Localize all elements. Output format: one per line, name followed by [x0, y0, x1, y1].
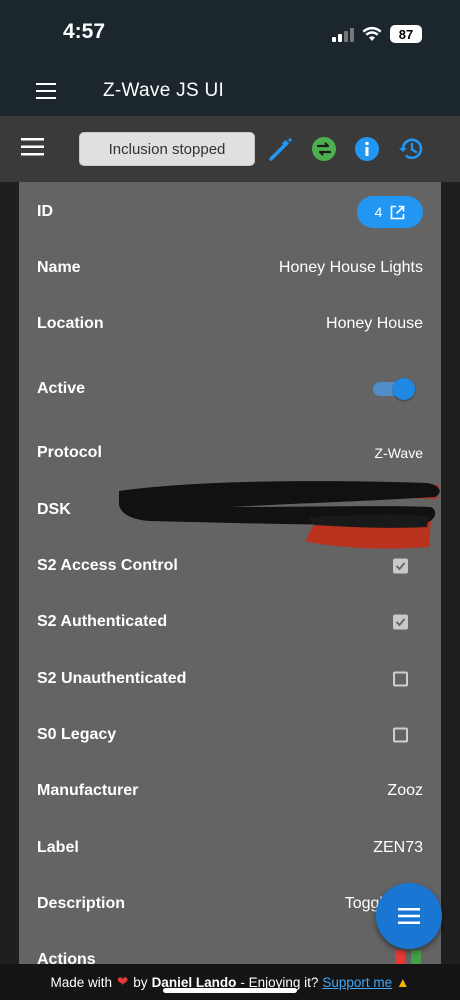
footer-by: by: [133, 974, 148, 990]
node-id-chip[interactable]: 4: [357, 196, 423, 228]
manufacturer-label: Manufacturer: [37, 782, 139, 799]
row-active: Active: [19, 369, 441, 409]
dsk-label: DSK: [37, 501, 71, 518]
manufacturer-value: Zooz: [387, 782, 423, 799]
s2-unauthenticated-label: S2 Unauthenticated: [37, 670, 187, 687]
home-indicator: [163, 988, 297, 993]
right-gutter: [441, 182, 460, 964]
inclusion-status-button[interactable]: Inclusion stopped: [79, 132, 255, 166]
node-details-card: ID 4 Name Honey House Lights Location Ho…: [19, 182, 441, 964]
s0-legacy-label: S0 Legacy: [37, 726, 117, 743]
protocol-value: Z-Wave: [374, 445, 423, 461]
status-time: 4:57: [63, 20, 106, 43]
row-s2-access: S2 Access Control: [19, 546, 441, 586]
s2-access-checkbox[interactable]: [393, 558, 408, 574]
row-manufacturer: Manufacturer Zooz: [19, 771, 441, 811]
magic-wand-icon[interactable]: [268, 136, 294, 162]
row-actions: Actions: [19, 940, 441, 964]
history-icon[interactable]: [398, 136, 424, 162]
s2-unauthenticated-checkbox[interactable]: [393, 671, 408, 687]
row-s2-authenticated: S2 Authenticated: [19, 602, 441, 642]
edit-icon[interactable]: [411, 950, 421, 964]
row-protocol: Protocol Z-Wave: [19, 433, 441, 473]
row-s2-unauthenticated: S2 Unauthenticated: [19, 659, 441, 699]
dsk-redaction-scribble: [119, 481, 440, 549]
row-label: Label ZEN73: [19, 828, 441, 868]
node-id-value: 4: [374, 204, 383, 220]
row-name: Name Honey House Lights: [19, 248, 441, 288]
nav-menu-icon[interactable]: [21, 137, 45, 157]
delete-icon[interactable]: [395, 950, 405, 964]
row-s0-legacy: S0 Legacy: [19, 715, 441, 755]
active-toggle[interactable]: [371, 377, 415, 401]
name-label: Name: [37, 259, 81, 276]
app-title: Z-Wave JS UI: [103, 80, 225, 101]
fab-menu-button[interactable]: [376, 883, 442, 949]
open-in-new-icon: [391, 205, 405, 219]
id-label: ID: [37, 203, 53, 220]
toolbar: Inclusion stopped: [0, 116, 460, 182]
location-label: Location: [37, 315, 104, 332]
s2-authenticated-checkbox[interactable]: [393, 614, 408, 630]
battery-indicator: 87: [390, 25, 422, 43]
s2-authenticated-label: S2 Authenticated: [37, 613, 168, 630]
heart-icon: ❤: [116, 974, 129, 989]
row-id: ID 4: [19, 192, 441, 232]
support-link[interactable]: Support me: [322, 975, 392, 990]
wifi-icon: [362, 26, 382, 41]
actions-label: Actions: [37, 951, 96, 964]
left-gutter: [0, 182, 19, 964]
footer-made-with: Made with: [50, 974, 112, 990]
status-icons: 87: [332, 24, 422, 44]
pray-icon: ▲: [396, 974, 410, 990]
label-label: Label: [37, 839, 79, 856]
name-value[interactable]: Honey House Lights: [279, 259, 423, 277]
swap-icon[interactable]: [311, 136, 337, 162]
info-icon[interactable]: [354, 136, 380, 162]
description-label: Description: [37, 895, 126, 912]
row-location: Location Honey House: [19, 304, 441, 344]
app-bar: Z-Wave JS UI: [0, 70, 460, 116]
active-label: Active: [37, 380, 86, 397]
status-bar: 4:57 87: [0, 0, 460, 70]
location-value[interactable]: Honey House: [326, 315, 423, 333]
label-value: ZEN73: [373, 839, 423, 856]
s0-legacy-checkbox[interactable]: [393, 727, 408, 743]
action-icons: [395, 950, 421, 964]
menu-icon[interactable]: [36, 82, 58, 100]
footer: Made with ❤ by Daniel Lando - Enjoying i…: [0, 964, 460, 1000]
protocol-label: Protocol: [37, 444, 102, 461]
menu-icon: [398, 908, 420, 924]
s2-access-label: S2 Access Control: [37, 557, 178, 574]
cellular-signal-icon: [332, 27, 354, 42]
